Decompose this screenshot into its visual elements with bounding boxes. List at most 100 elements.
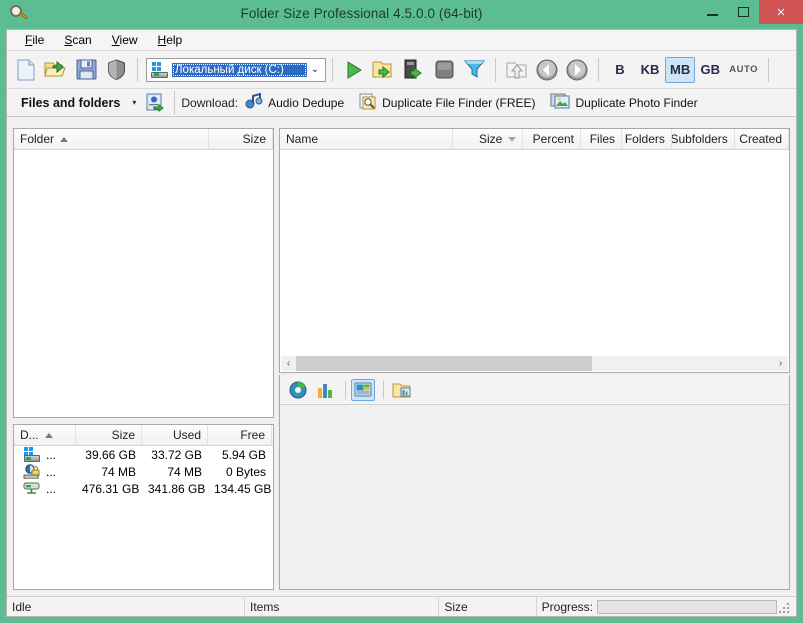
menu-help[interactable]: Help <box>148 31 193 49</box>
column-header-drive[interactable]: D... <box>14 425 76 445</box>
folder-chart-button[interactable] <box>389 379 413 401</box>
open-folder-button[interactable] <box>41 55 71 85</box>
link-duplicate-photo-finder[interactable]: Duplicate Photo Finder <box>550 92 698 113</box>
chevron-down-icon[interactable]: ⌄ <box>307 64 323 75</box>
link-audio-dedupe[interactable]: Audio Dedupe <box>244 92 344 113</box>
scroll-right-arrow-icon[interactable]: › <box>773 358 788 369</box>
drive-free: 0 Bytes <box>225 464 266 479</box>
drives-panel[interactable]: D... Size Used Free ... 39.66 GB 33.72 G… <box>13 424 274 590</box>
drive-secure-icon <box>23 464 41 479</box>
drives-header: D... Size Used Free <box>14 425 273 446</box>
sort-descending-icon <box>508 136 517 142</box>
duplicate-file-finder-icon <box>358 92 377 113</box>
unit-button-kb[interactable]: KB <box>635 57 665 83</box>
resize-grip[interactable] <box>777 601 789 613</box>
status-items: Items <box>245 597 440 616</box>
status-progress-label: Progress: <box>541 599 593 614</box>
drive-name: ... <box>46 481 57 496</box>
stop-button[interactable] <box>429 55 459 85</box>
drive-select[interactable]: Локальный диск (C:) ⌄ <box>146 57 326 82</box>
menu-view[interactable]: View <box>102 31 148 49</box>
link-label: Duplicate Photo Finder <box>575 95 698 110</box>
window-controls: × <box>697 0 803 24</box>
magnifier-folder-icon <box>8 3 30 23</box>
drive-select-value: Локальный диск (C:) <box>172 62 307 77</box>
unit-button-auto[interactable]: AUTO <box>725 57 762 83</box>
bar-chart-button[interactable] <box>313 379 337 401</box>
panes-container: Folder Size D... Size Used Free ... 39.6… <box>7 126 796 600</box>
minimize-button[interactable] <box>697 0 728 24</box>
scan-start-button[interactable] <box>339 55 369 85</box>
column-header-percent[interactable]: Percent <box>523 129 581 149</box>
column-header-size[interactable]: Size <box>209 129 273 149</box>
unit-button-gb[interactable]: GB <box>695 57 725 83</box>
drive-used: 74 MB <box>167 464 202 479</box>
chevron-down-icon: ▾ <box>132 98 137 107</box>
column-header-size[interactable]: Size <box>76 425 142 445</box>
unit-button-b[interactable]: B <box>605 57 635 83</box>
forward-button[interactable] <box>562 55 592 85</box>
menu-scan[interactable]: Scan <box>54 31 101 49</box>
table-row[interactable]: ... 74 MB 74 MB 0 Bytes <box>14 463 273 480</box>
column-header-folders[interactable]: Folders <box>622 129 672 149</box>
file-list-header: Name Size Percent Files Folders Subfolde… <box>280 129 789 150</box>
view-mode-dropdown[interactable]: Files and folders ▾ <box>15 96 142 110</box>
link-label: Duplicate File Finder (FREE) <box>382 95 536 110</box>
progress-bar <box>597 599 777 614</box>
drive-used: 33.72 GB <box>151 447 202 462</box>
column-header-free[interactable]: Free <box>208 425 272 445</box>
column-header-created[interactable]: Created <box>735 129 789 149</box>
secondary-toolbar: Files and folders ▾ Download: Audio Dedu… <box>7 89 796 117</box>
scan-drive-button[interactable] <box>399 55 429 85</box>
drive-windows-icon <box>23 447 41 462</box>
menu-bar: File Scan View Help <box>7 30 796 51</box>
column-header-files[interactable]: Files <box>581 129 623 149</box>
title-bar: Folder Size Professional 4.5.0.0 (64-bit… <box>0 0 803 26</box>
drive-free: 5.94 GB <box>221 447 266 462</box>
column-header-size[interactable]: Size <box>453 129 524 149</box>
chart-panel <box>279 375 790 590</box>
horizontal-scrollbar[interactable]: ‹ › <box>281 356 788 371</box>
drive-size: 39.66 GB <box>85 447 136 462</box>
column-header-name[interactable]: Name <box>280 129 454 149</box>
drive-used: 341.86 GB <box>148 481 206 496</box>
folder-tree-panel[interactable]: Folder Size <box>13 128 274 418</box>
scroll-left-arrow-icon[interactable]: ‹ <box>281 358 296 369</box>
scrollbar-track[interactable] <box>296 356 773 371</box>
drives-rows: ... 39.66 GB 33.72 GB 5.94 GB ... 74 MB … <box>14 446 273 497</box>
shield-button[interactable] <box>101 55 131 85</box>
audio-dedupe-icon <box>244 92 263 113</box>
status-bar: Idle Items Size Progress: <box>7 596 796 616</box>
table-row[interactable]: ... 476.31 GB 341.86 GB 134.45 GB <box>14 480 273 497</box>
drive-size: 476.31 GB <box>82 481 140 496</box>
file-list-panel[interactable]: Name Size Percent Files Folders Subfolde… <box>279 128 790 373</box>
drive-size: 74 MB <box>101 464 136 479</box>
column-header-folder[interactable]: Folder <box>14 129 209 149</box>
maximize-button[interactable] <box>728 0 759 24</box>
pie-chart-button[interactable] <box>286 379 310 401</box>
new-document-button[interactable] <box>11 55 41 85</box>
filter-button[interactable] <box>459 55 489 85</box>
column-header-used[interactable]: Used <box>142 425 208 445</box>
drive-name: ... <box>46 464 57 479</box>
save-button[interactable] <box>71 55 101 85</box>
scrollbar-thumb[interactable] <box>296 356 592 371</box>
link-duplicate-file-finder[interactable]: Duplicate File Finder (FREE) <box>358 92 536 113</box>
chart-canvas <box>280 405 789 589</box>
scan-folder-button[interactable] <box>369 55 399 85</box>
download-label: Download: <box>181 95 239 110</box>
drive-windows-icon <box>151 61 169 78</box>
close-button[interactable]: × <box>759 0 803 24</box>
back-button[interactable] <box>532 55 562 85</box>
unit-button-mb[interactable]: MB <box>665 56 696 83</box>
column-header-subfolders[interactable]: Subfolders <box>672 129 735 149</box>
status-state: Idle <box>7 597 245 616</box>
drive-free: 134.45 GB <box>214 481 272 496</box>
drive-name: ... <box>46 447 57 462</box>
menu-file[interactable]: File <box>15 31 54 49</box>
table-row[interactable]: ... 39.66 GB 33.72 GB 5.94 GB <box>14 446 273 463</box>
status-size: Size <box>439 597 537 616</box>
export-report-button[interactable] <box>142 93 168 112</box>
treemap-button[interactable] <box>351 378 375 401</box>
up-folder-button[interactable] <box>502 55 532 85</box>
